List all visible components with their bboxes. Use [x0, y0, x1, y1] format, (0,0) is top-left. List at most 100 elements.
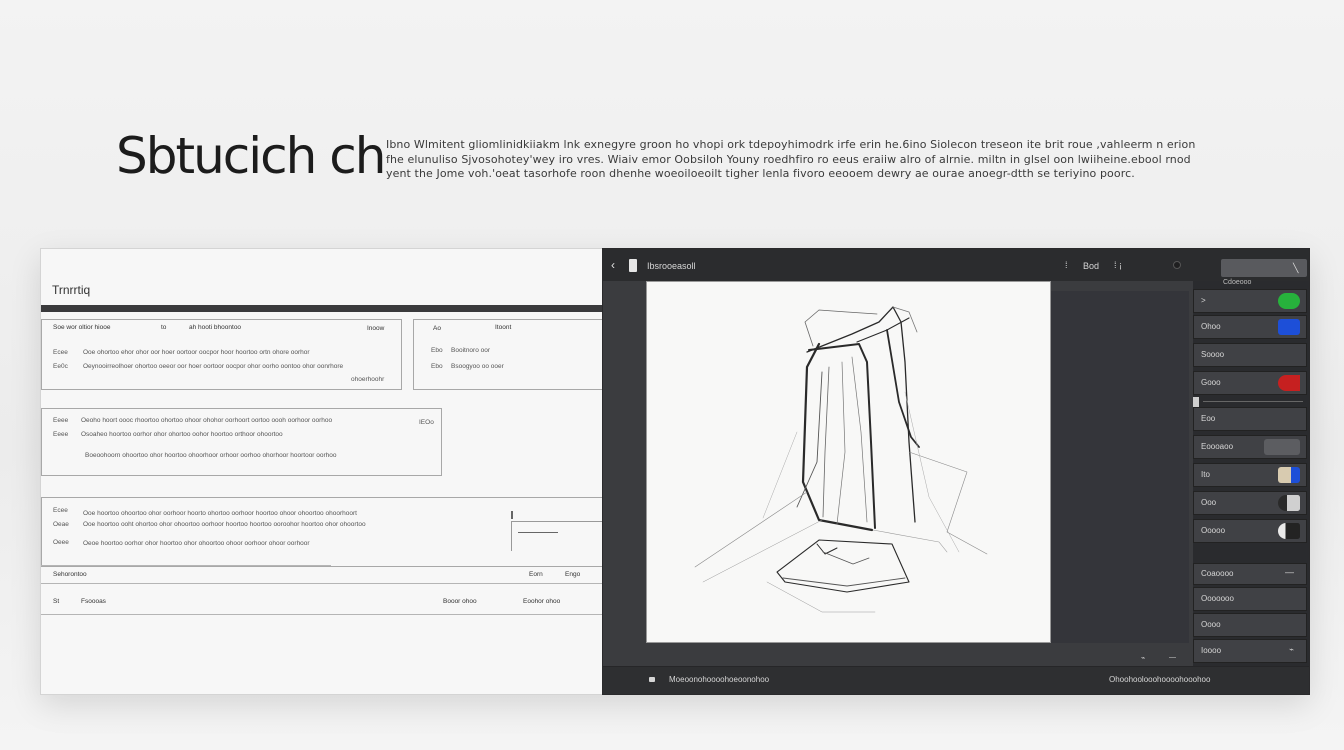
editor-topbar: ‹ Ibsrooeasoll ⁞ Bod ⁞ ¡ ╲ [603, 249, 1309, 281]
footer-1-right[interactable]: Engo [565, 571, 580, 578]
layer-row-2-label: Ohoo [1201, 322, 1221, 331]
layer-row-1-label: > [1201, 296, 1206, 305]
layer-row-5-label: Eoo [1201, 414, 1216, 423]
layer-row-5[interactable]: Eoo [1193, 407, 1307, 431]
layer-row-2-swatch[interactable] [1278, 319, 1300, 335]
section-2-row-1-text: Booitnoro oor [451, 347, 491, 354]
properties-header[interactable]: Coaoooo — [1193, 563, 1307, 585]
topbar-label[interactable]: Bod [1083, 261, 1099, 271]
file-icon[interactable] [629, 259, 637, 272]
section-4-input-field[interactable] [511, 521, 603, 551]
layer-row-8-thumbnail[interactable] [1278, 495, 1300, 511]
section-1-row-2-label: Ee0c [53, 363, 68, 370]
layer-row-4-swatch[interactable] [1278, 375, 1300, 391]
section-3-row-2-text: Osoaheo hoortoo oorhor ohor ohortoo ooho… [81, 431, 283, 438]
property-row-1[interactable]: Ooooooo [1193, 587, 1307, 611]
section-2-row-2-label: Ebo [431, 363, 443, 370]
section-4-row-3-label: Oeee [53, 539, 69, 546]
footer-rule-2 [41, 583, 603, 584]
canvas-margin [1051, 291, 1189, 643]
collapse-icon[interactable]: — [1285, 567, 1294, 577]
layers-panel: Cdoeooo > Ohoo Soooo Gooo Eoo Eoooaoo It… [1193, 279, 1309, 667]
layer-row-1[interactable]: > [1193, 289, 1307, 313]
document-pane: Trnrrtiq Soe wor oltior hiooe to ah hoot… [40, 248, 603, 695]
layer-row-6-label: Eoooaoo [1201, 442, 1234, 451]
drawing-canvas[interactable] [646, 281, 1051, 643]
layer-row-1-toggle[interactable] [1278, 293, 1300, 309]
record-dot-icon[interactable] [1173, 261, 1181, 269]
input-text-cursor-line [518, 532, 558, 533]
section-1-row-1-text: Ooe ohortoo ehor ohor oor hoer oortoor o… [83, 349, 310, 356]
properties-header-label: Coaoooo [1201, 569, 1234, 578]
layer-row-4-label: Gooo [1201, 378, 1221, 387]
document-title: Trnrrtiq [52, 283, 91, 297]
property-row-3-label: Ioooo [1201, 646, 1222, 655]
footer-rule-3 [41, 614, 603, 615]
section-1-header-right: Inoow [367, 325, 385, 332]
layer-row-7-label: Ito [1201, 470, 1210, 479]
section-1-row-1-label: Ecee [53, 349, 68, 356]
property-row-1-label: Ooooooo [1201, 594, 1234, 603]
section-2-row-1-label: Ebo [431, 347, 443, 354]
section-4-row-2-text: Ooe hoortoo ooht ohortoo ohor ohoortoo o… [83, 521, 366, 528]
section-1-row-2-tail: ohoerhoohr [351, 376, 385, 383]
nav-icon[interactable]: — [1169, 654, 1176, 661]
section-1-header-left: Soe wor oltior hiooe [53, 324, 111, 331]
input-tick [511, 511, 513, 519]
layer-row-8[interactable]: Ooo [1193, 491, 1307, 515]
footer-2-mid: Booor ohoo [443, 598, 477, 605]
footer-2-right: Eoohor ohoo [523, 598, 561, 605]
layer-row-6[interactable]: Eoooaoo [1193, 435, 1307, 459]
layer-row-2[interactable]: Ohoo [1193, 315, 1307, 339]
section-3-row-2-label: Eeee [53, 431, 69, 438]
page-description: Ibno Wlmitent gliomlinidkiiakm lnk exneg… [386, 138, 1196, 180]
layer-row-9-thumbnail[interactable] [1278, 523, 1300, 539]
layer-row-3[interactable]: Soooo [1193, 343, 1307, 367]
footer-rule-1 [41, 565, 331, 566]
section-4-row-1-label: Ecee [53, 507, 68, 514]
section-3-row-1-label: Eeee [53, 417, 69, 424]
section-2-header-right: Itoont [495, 324, 512, 331]
section-2-row-2-text: Bsoogyoo oo ooer [451, 363, 504, 370]
layer-row-7[interactable]: Ito [1193, 463, 1307, 487]
footer-2-num: St [53, 598, 60, 605]
status-indicator-icon [649, 677, 655, 682]
section-3-tag: IEOo [419, 419, 434, 426]
view-toggle-icon: ╲ [1293, 263, 1299, 273]
settings-icon[interactable]: ⁞ ¡ [1114, 260, 1122, 270]
layers-panel-header: Cdoeooo [1223, 279, 1252, 286]
property-row-2-label: Oooo [1201, 620, 1221, 629]
document-header-rule [41, 305, 602, 312]
section-2-header-left: Ao [433, 325, 441, 332]
section-4-row-2-label: Oeae [53, 521, 69, 528]
footer-1-mid[interactable]: Eorn [529, 571, 543, 578]
sketch-drawing [694, 306, 988, 613]
status-right-text: Ohoohoolooohoooohooohoo [1109, 675, 1211, 684]
panel-divider [1203, 401, 1303, 402]
document-name[interactable]: Ibsrooeasoll [647, 261, 696, 271]
layer-row-4[interactable]: Gooo [1193, 371, 1307, 395]
page-title: Sbtucich ch [116, 127, 386, 185]
footer-1-left: Sehorontoo [53, 571, 87, 578]
layer-row-8-label: Ooo [1201, 498, 1217, 507]
section-3-row-1-text: Oeoho hoort oooc rhoortoo ohortoo ohoor … [81, 417, 333, 424]
section-3-row-3-text: Boeoohoorn ohoortoo ohor hoortoo ohoorho… [85, 452, 337, 459]
back-arrow-icon[interactable]: ‹ [611, 259, 615, 271]
editor-status-bar: Moeoonohoooohoeoonohoo Ohoohoolooohooooh… [603, 666, 1309, 694]
app-window: Trnrrtiq Soe wor oltior hiooe to ah hoot… [40, 248, 1310, 695]
property-row-3[interactable]: Ioooo ⌁ [1193, 639, 1307, 663]
layer-row-6-thumbnail[interactable] [1264, 439, 1300, 455]
sketch-editor: ‹ Ibsrooeasoll ⁞ Bod ⁞ ¡ ╲ Cdoeooo > Oho… [602, 248, 1310, 695]
layer-row-9-label: Ooooo [1201, 526, 1226, 535]
footer-2-label: Fsoooas [81, 598, 106, 605]
section-4-row-3-text: Oeoe hoortoo oorhor ohor hoortoo ohor oh… [83, 540, 310, 547]
zoom-icon[interactable]: ⌁ [1141, 654, 1145, 662]
layer-row-7-thumbnail[interactable] [1278, 467, 1300, 483]
section-1-header-mid: ah hooti bhoontoo [189, 324, 242, 331]
section-1-row-2-text: Oeynooirreolhoer ohortoo oeeor oor hoer … [83, 363, 344, 370]
property-row-3-icon[interactable]: ⌁ [1289, 645, 1294, 654]
info-icon[interactable]: ⁞ [1065, 260, 1068, 270]
property-row-2[interactable]: Oooo [1193, 613, 1307, 637]
layer-row-9[interactable]: Ooooo [1193, 519, 1307, 543]
layer-row-3-label: Soooo [1201, 350, 1225, 359]
